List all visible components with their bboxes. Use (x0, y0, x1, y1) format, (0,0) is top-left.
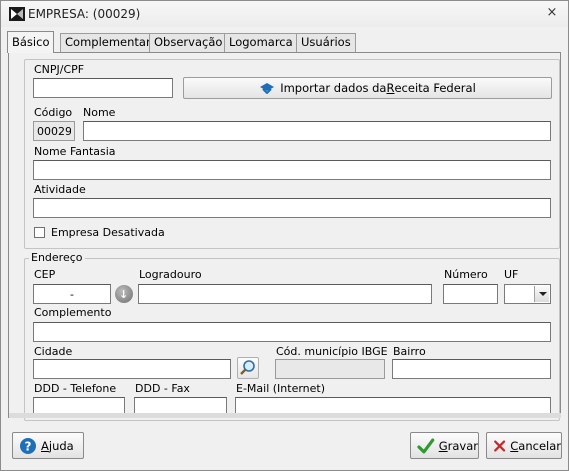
codigo-label: Código (34, 106, 73, 119)
checkmark-icon (417, 438, 435, 453)
numero-input[interactable] (443, 284, 498, 304)
svg-text:?: ? (25, 439, 32, 453)
ibge-input[interactable] (275, 359, 385, 379)
tab-usuarios[interactable]: Usuários (296, 33, 356, 52)
uf-select[interactable] (504, 284, 551, 304)
save-label-rest: ravar (447, 438, 478, 453)
bairro-label: Bairro (393, 345, 426, 358)
desativada-checkbox[interactable] (34, 227, 45, 238)
help-button[interactable]: ? Ajuda (12, 432, 84, 459)
cancel-x-icon (494, 439, 506, 452)
bairro-input[interactable] (392, 359, 551, 379)
numero-label: Número (444, 268, 488, 281)
cidade-input[interactable] (33, 359, 231, 379)
nome-label: Nome (83, 106, 116, 119)
tab-observacao[interactable]: Observação (149, 33, 228, 52)
tab-basico[interactable]: Básico (7, 31, 55, 53)
help-label-rest: juda (48, 438, 74, 453)
email-label: E-Mail (Internet) (236, 382, 326, 395)
fantasia-input[interactable] (33, 160, 551, 180)
help-label-accel: A (41, 438, 49, 453)
logradouro-input[interactable] (138, 284, 432, 304)
horizontal-scrollbar[interactable] (9, 413, 561, 418)
import-label-accel: R (386, 81, 395, 95)
import-receita-button[interactable]: Importar dados da Receita Federal (183, 77, 552, 99)
complemento-label: Complemento (34, 306, 112, 319)
uf-label: UF (504, 268, 519, 281)
cnpj-label: CNPJ/CPF (34, 63, 85, 76)
empresa-dialog: EMPRESA: (00029) × Básico Complementar O… (0, 0, 569, 471)
codigo-input[interactable] (33, 121, 75, 141)
chevron-down-icon[interactable] (534, 286, 549, 302)
atividade-label: Atividade (34, 183, 86, 196)
arrow-down-icon: ↓ (119, 288, 129, 301)
cancel-label-accel: C (510, 438, 519, 453)
close-icon[interactable]: × (544, 5, 560, 21)
ddd-fax-label: DDD - Fax (135, 382, 190, 395)
ibge-label: Cód. município IBGE (276, 345, 388, 358)
help-icon: ? (20, 437, 36, 454)
cep-lookup-button[interactable]: ↓ (115, 285, 133, 303)
cidade-search-button[interactable] (237, 357, 259, 379)
cep-input[interactable] (33, 284, 111, 304)
tab-complementar[interactable]: Complementar (60, 33, 156, 52)
fantasia-label: Nome Fantasia (34, 145, 116, 158)
address-legend: Endereço (29, 251, 85, 264)
cancel-label-rest: ancelar (518, 438, 561, 453)
import-label-prefix: Importar dados da (280, 81, 387, 95)
magnifier-icon (240, 360, 255, 375)
ddd-telefone-label: DDD - Telefone (34, 382, 117, 395)
app-logo-icon (9, 7, 25, 21)
atividade-input[interactable] (33, 198, 551, 218)
nome-input[interactable] (83, 121, 551, 141)
window-title: EMPRESA: (00029) (28, 7, 141, 21)
save-button[interactable]: Gravar (410, 432, 479, 459)
download-cloud-icon (260, 83, 275, 94)
tab-logomarca[interactable]: Logomarca (224, 33, 298, 52)
title-bar: EMPRESA: (00029) × (1, 1, 568, 27)
save-label-accel: G (438, 438, 448, 453)
cep-label: CEP (34, 268, 56, 281)
import-label-suffix: eceita Federal (394, 81, 476, 95)
cidade-label: Cidade (34, 345, 73, 358)
cancel-button[interactable]: Cancelar (486, 432, 562, 459)
complemento-input[interactable] (33, 322, 551, 342)
logradouro-label: Logradouro (139, 268, 202, 281)
desativada-label: Empresa Desativada (51, 226, 165, 239)
cnpj-input[interactable] (33, 78, 173, 98)
